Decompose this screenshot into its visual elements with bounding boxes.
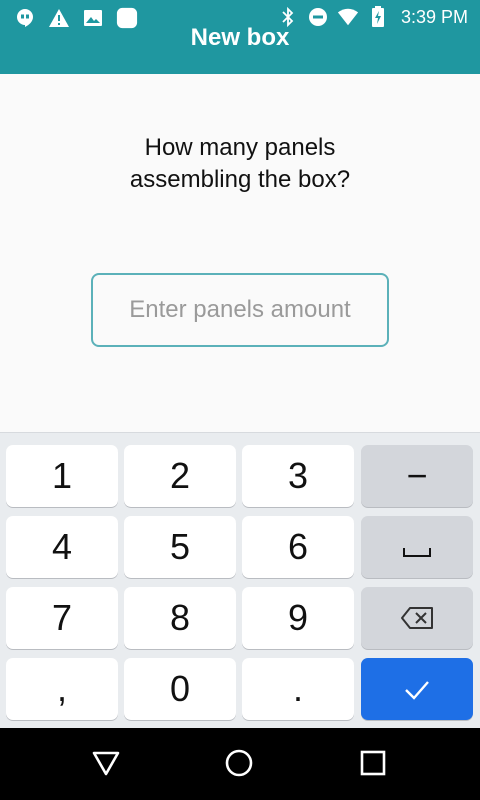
- recents-square-icon: [359, 749, 387, 782]
- key-0[interactable]: 0: [124, 658, 236, 720]
- key-5[interactable]: 5: [124, 516, 236, 578]
- key-dot[interactable]: .: [242, 658, 354, 720]
- key-done[interactable]: [361, 658, 473, 720]
- back-button[interactable]: [91, 750, 121, 780]
- key-8[interactable]: 8: [124, 587, 236, 649]
- space-bar-icon: [402, 526, 432, 568]
- key-comma[interactable]: ,: [6, 658, 118, 720]
- key-2[interactable]: 2: [124, 445, 236, 507]
- navigation-bar: [0, 728, 480, 800]
- checkmark-icon: [403, 668, 431, 710]
- key-space[interactable]: [361, 516, 473, 578]
- key-3[interactable]: 3: [242, 445, 354, 507]
- question-text: How many panels assembling the box?: [60, 132, 420, 196]
- app-bar: 3:39 PM New box: [0, 0, 480, 74]
- key-minus[interactable]: −: [361, 445, 473, 507]
- question-line-2: assembling the box?: [129, 166, 351, 193]
- key-1[interactable]: 1: [6, 445, 118, 507]
- question-line-1: How many panels: [144, 134, 336, 161]
- backspace-icon: [400, 597, 434, 639]
- numeric-keyboard: 1 2 3 − 4 5 6 7 8 9 , 0 .: [0, 432, 480, 728]
- panels-amount-input[interactable]: [91, 273, 389, 347]
- recents-button[interactable]: [358, 750, 388, 780]
- key-7[interactable]: 7: [6, 587, 118, 649]
- key-9[interactable]: 9: [242, 587, 354, 649]
- key-backspace[interactable]: [361, 587, 473, 649]
- back-triangle-icon: [91, 750, 121, 781]
- home-circle-icon: [224, 748, 254, 783]
- page-title: New box: [190, 24, 290, 51]
- key-6[interactable]: 6: [242, 516, 354, 578]
- home-button[interactable]: [224, 748, 254, 783]
- key-4[interactable]: 4: [6, 516, 118, 578]
